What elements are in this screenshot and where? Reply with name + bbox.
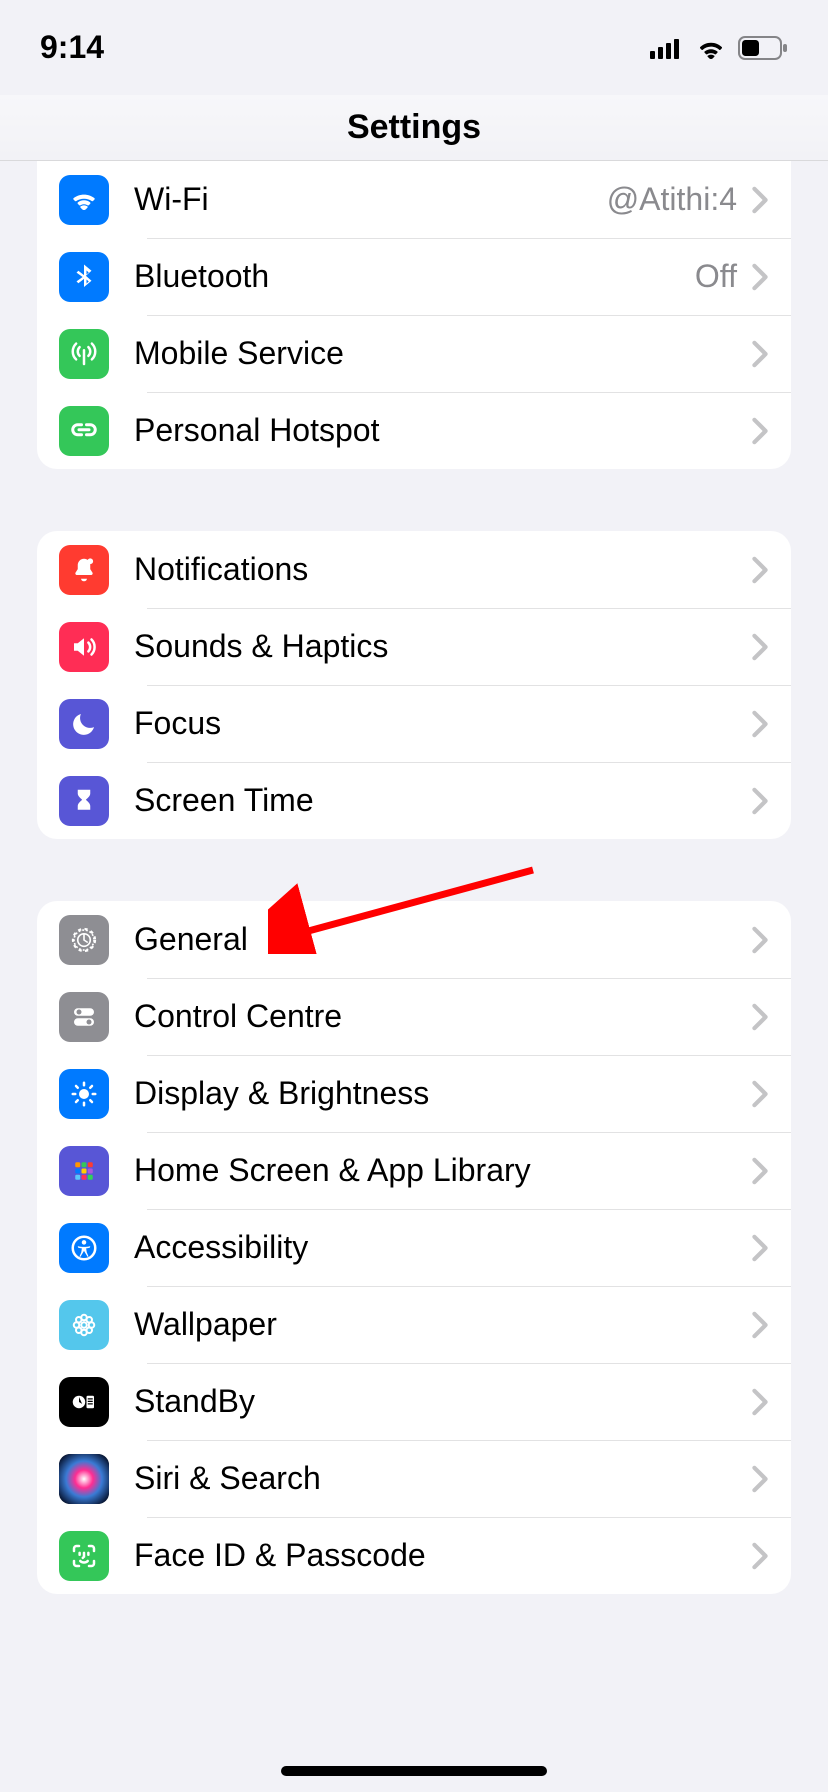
flower-icon xyxy=(59,1300,109,1350)
chevron-right-icon xyxy=(751,556,769,584)
row-label: Personal Hotspot xyxy=(134,412,751,449)
chevron-right-icon xyxy=(751,926,769,954)
row-faceid-passcode[interactable]: Face ID & Passcode xyxy=(37,1517,791,1594)
row-label: Mobile Service xyxy=(134,335,751,372)
row-accessibility[interactable]: Accessibility xyxy=(37,1209,791,1286)
chevron-right-icon xyxy=(751,417,769,445)
row-siri-search[interactable]: Siri & Search xyxy=(37,1440,791,1517)
row-label: Bluetooth xyxy=(134,258,695,295)
row-label: Accessibility xyxy=(134,1229,751,1266)
row-label: Wallpaper xyxy=(134,1306,751,1343)
standby-icon xyxy=(59,1377,109,1427)
antenna-icon xyxy=(59,329,109,379)
status-time: 9:14 xyxy=(40,29,104,66)
row-bluetooth[interactable]: Bluetooth Off xyxy=(37,238,791,315)
chevron-right-icon xyxy=(751,263,769,291)
group-general: General Control Centre Display & Brightn… xyxy=(37,901,791,1594)
chevron-right-icon xyxy=(751,1311,769,1339)
chevron-right-icon xyxy=(751,1080,769,1108)
row-label: Home Screen & App Library xyxy=(134,1152,751,1189)
row-value: @Atithi:4 xyxy=(607,181,737,218)
chevron-right-icon xyxy=(751,633,769,661)
chevron-right-icon xyxy=(751,1234,769,1262)
link-icon xyxy=(59,406,109,456)
row-label: StandBy xyxy=(134,1383,751,1420)
switches-icon xyxy=(59,992,109,1042)
row-mobile-service[interactable]: Mobile Service xyxy=(37,315,791,392)
row-label: Wi-Fi xyxy=(134,181,607,218)
sun-icon xyxy=(59,1069,109,1119)
chevron-right-icon xyxy=(751,186,769,214)
chevron-right-icon xyxy=(751,1003,769,1031)
faceid-icon xyxy=(59,1531,109,1581)
signal-icon xyxy=(650,37,684,59)
speaker-icon xyxy=(59,622,109,672)
group-notifications: Notifications Sounds & Haptics Focus Scr… xyxy=(37,531,791,839)
chevron-right-icon xyxy=(751,340,769,368)
row-label: Sounds & Haptics xyxy=(134,628,751,665)
row-focus[interactable]: Focus xyxy=(37,685,791,762)
row-wallpaper[interactable]: Wallpaper xyxy=(37,1286,791,1363)
row-label: Notifications xyxy=(134,551,751,588)
wifi-icon xyxy=(59,175,109,225)
row-label: General xyxy=(134,921,751,958)
row-standby[interactable]: StandBy xyxy=(37,1363,791,1440)
row-display-brightness[interactable]: Display & Brightness xyxy=(37,1055,791,1132)
row-general[interactable]: General xyxy=(37,901,791,978)
row-notifications[interactable]: Notifications xyxy=(37,531,791,608)
page-title: Settings xyxy=(347,108,481,147)
siri-icon xyxy=(59,1454,109,1504)
bluetooth-icon xyxy=(59,252,109,302)
row-sounds-haptics[interactable]: Sounds & Haptics xyxy=(37,608,791,685)
row-wifi[interactable]: Wi-Fi @Atithi:4 xyxy=(37,161,791,238)
chevron-right-icon xyxy=(751,1465,769,1493)
settings-list: Wi-Fi @Atithi:4 Bluetooth Off Mobile Ser… xyxy=(0,161,828,1594)
chevron-right-icon xyxy=(751,787,769,815)
row-home-screen-app-library[interactable]: Home Screen & App Library xyxy=(37,1132,791,1209)
row-label: Focus xyxy=(134,705,751,742)
chevron-right-icon xyxy=(751,1542,769,1570)
chevron-right-icon xyxy=(751,1157,769,1185)
chevron-right-icon xyxy=(751,1388,769,1416)
row-label: Control Centre xyxy=(134,998,751,1035)
status-bar: 9:14 xyxy=(0,0,828,95)
moon-icon xyxy=(59,699,109,749)
nav-header: Settings xyxy=(0,95,828,161)
row-control-centre[interactable]: Control Centre xyxy=(37,978,791,1055)
row-value: Off xyxy=(695,258,737,295)
bell-icon xyxy=(59,545,109,595)
wifi-status-icon xyxy=(696,37,726,59)
row-label: Screen Time xyxy=(134,782,751,819)
row-label: Siri & Search xyxy=(134,1460,751,1497)
home-indicator xyxy=(281,1766,547,1776)
chevron-right-icon xyxy=(751,710,769,738)
status-icons xyxy=(650,36,788,60)
row-personal-hotspot[interactable]: Personal Hotspot xyxy=(37,392,791,469)
accessibility-icon xyxy=(59,1223,109,1273)
grid-icon xyxy=(59,1146,109,1196)
hourglass-icon xyxy=(59,776,109,826)
row-screen-time[interactable]: Screen Time xyxy=(37,762,791,839)
battery-icon xyxy=(738,36,788,60)
gear-icon xyxy=(59,915,109,965)
row-label: Face ID & Passcode xyxy=(134,1537,751,1574)
group-network: Wi-Fi @Atithi:4 Bluetooth Off Mobile Ser… xyxy=(37,161,791,469)
row-label: Display & Brightness xyxy=(134,1075,751,1112)
